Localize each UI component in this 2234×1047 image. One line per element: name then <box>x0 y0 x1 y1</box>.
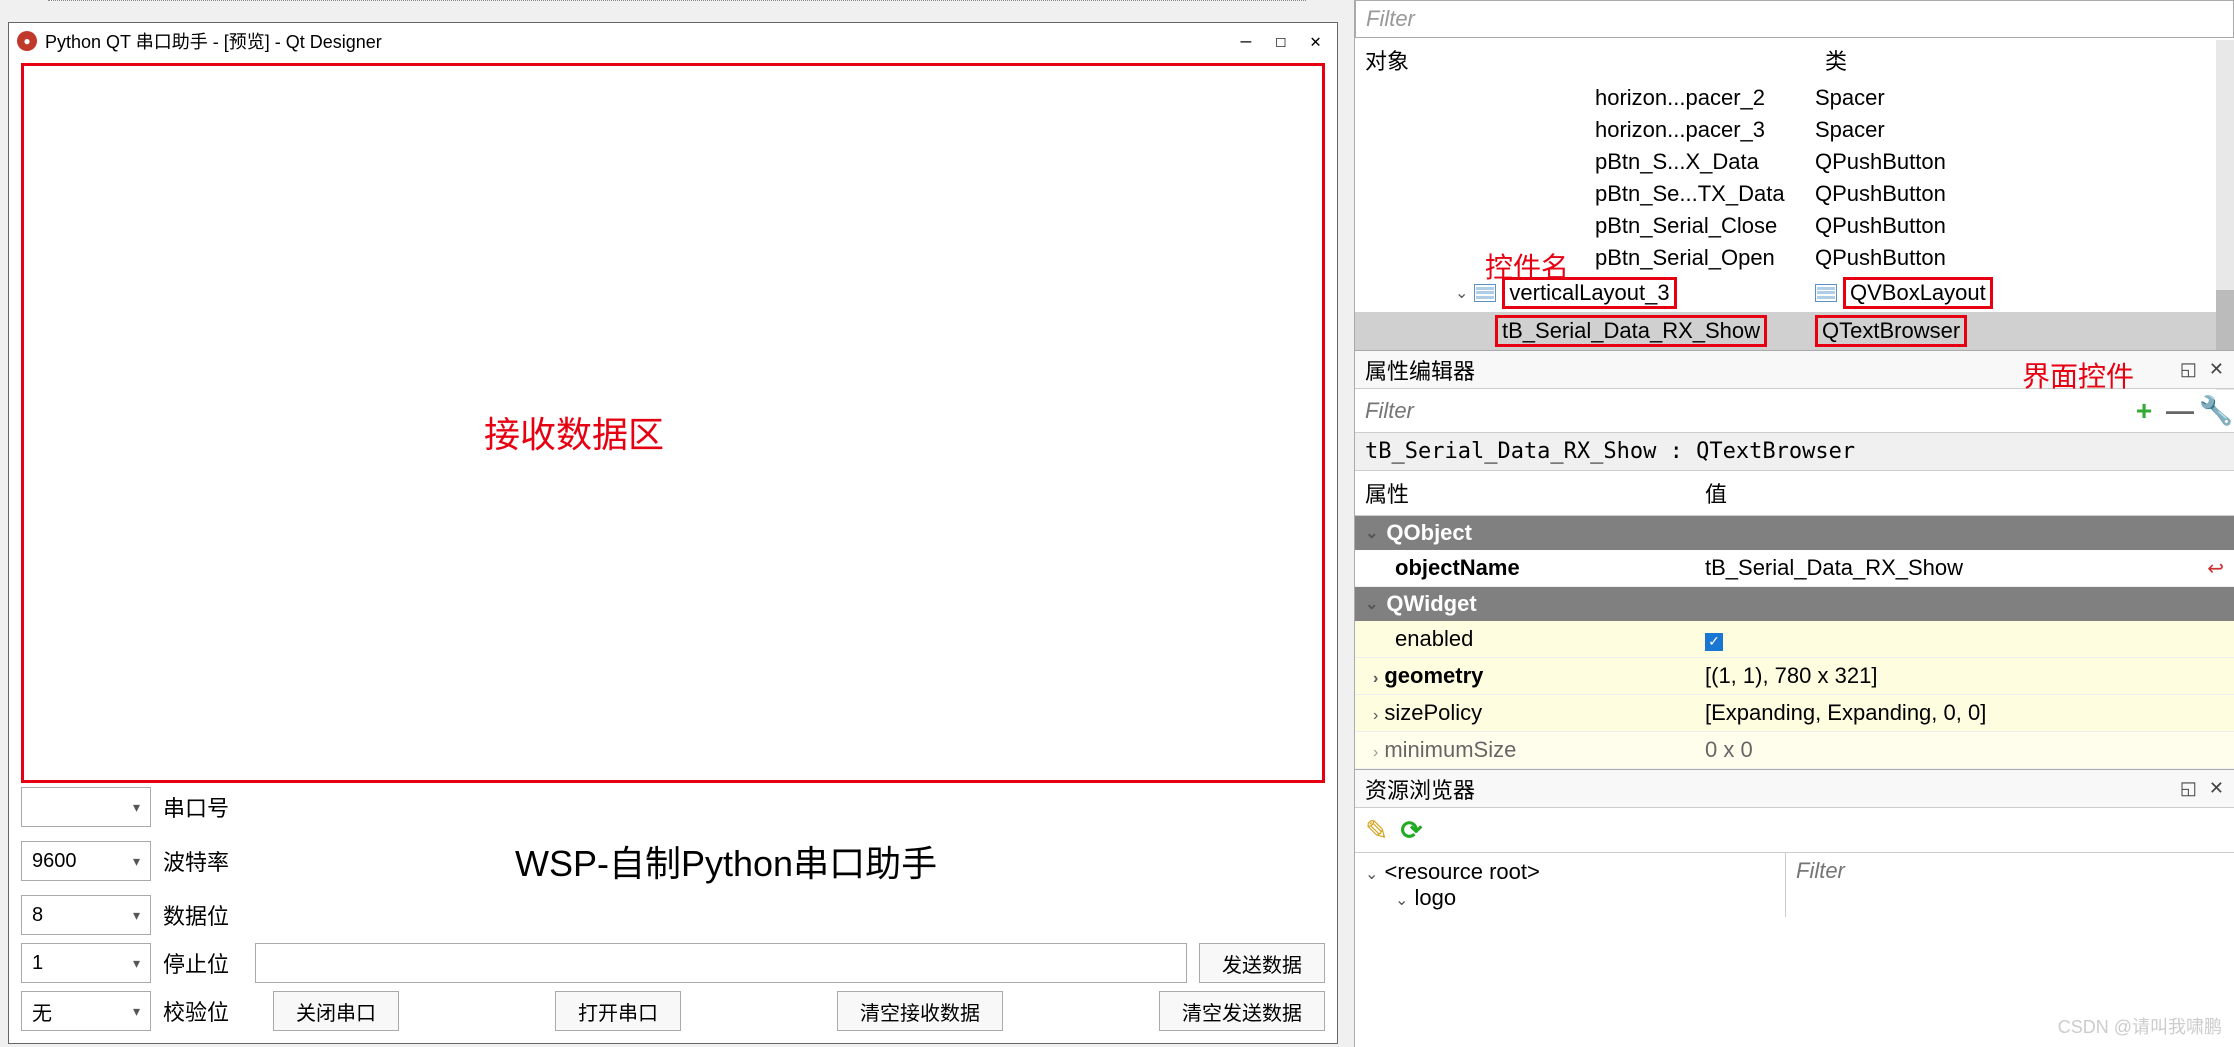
port-combo[interactable]: ▾ <box>21 787 151 827</box>
undock-icon[interactable]: ◱ <box>2180 359 2197 380</box>
selected-object-label: tB_Serial_Data_RX_Show : QTextBrowser <box>1355 433 2234 471</box>
send-button[interactable]: 发送数据 <box>1199 943 1325 983</box>
property-row[interactable]: objectName tB_Serial_Data_RX_Show ↩ <box>1355 550 2234 587</box>
app-title: WSP-自制Python串口助手 <box>515 835 937 887</box>
col-property: 属性 <box>1365 477 1705 509</box>
chevron-down-icon: ▾ <box>133 853 140 870</box>
resource-browser-title: 资源浏览器 <box>1365 773 1475 805</box>
window-titlebar: ● Python QT 串口助手 - [预览] - Qt Designer — … <box>9 23 1337 59</box>
col-value: 值 <box>1705 477 1727 509</box>
watermark: CSDN @请叫我啸鹏 <box>2058 1013 2222 1039</box>
annotation-ui-widget: 界面控件 <box>2022 355 2134 395</box>
scrollbar[interactable] <box>2216 40 2234 390</box>
preview-window: ● Python QT 串口助手 - [预览] - Qt Designer — … <box>8 22 1338 1044</box>
parity-label: 校验位 <box>163 995 243 1027</box>
remove-property-button[interactable]: — <box>2162 393 2198 429</box>
close-port-button[interactable]: 关闭串口 <box>273 991 399 1031</box>
right-panel: Filter 对象 类 horizon...pacer_2Spacer hori… <box>1354 0 2234 1047</box>
edit-icon[interactable]: ✎ <box>1365 814 1388 847</box>
chevron-down-icon: ▾ <box>133 1003 140 1020</box>
property-row[interactable]: ›sizePolicy [Expanding, Expanding, 0, 0] <box>1355 695 2234 732</box>
baud-label: 波特率 <box>163 845 243 877</box>
clear-tx-button[interactable]: 清空发送数据 <box>1159 991 1325 1031</box>
stopbits-combo[interactable]: 1▾ <box>21 943 151 983</box>
maximize-button[interactable]: ☐ <box>1275 31 1286 52</box>
layout-icon <box>1815 284 1837 302</box>
property-group-qobject[interactable]: ⌄QObject <box>1355 516 2234 550</box>
col-object: 对象 <box>1365 44 1825 76</box>
property-row[interactable]: enabled ✓ <box>1355 621 2234 658</box>
object-inspector: Filter 对象 类 horizon...pacer_2Spacer hori… <box>1355 0 2234 350</box>
property-filter[interactable] <box>1355 389 2126 432</box>
undock-icon[interactable]: ◱ <box>2180 778 2197 799</box>
checkbox-checked-icon[interactable]: ✓ <box>1705 633 1723 651</box>
col-class: 类 <box>1825 44 1847 76</box>
selected-tree-row[interactable]: tB_Serial_Data_RX_Show QTextBrowser <box>1355 312 2234 350</box>
open-port-button[interactable]: 打开串口 <box>555 991 681 1031</box>
property-editor-title: 属性编辑器 <box>1365 354 1475 386</box>
port-label: 串口号 <box>163 791 243 823</box>
stopbits-label: 停止位 <box>163 947 243 979</box>
property-row[interactable]: ›geometry [(1, 1), 780 x 321] <box>1355 658 2234 695</box>
clear-rx-button[interactable]: 清空接收数据 <box>837 991 1003 1031</box>
rx-area-annotation: 接收数据区 <box>484 406 664 458</box>
chevron-down-icon: ▾ <box>133 907 140 924</box>
annotation-widget-name: 控件名 <box>1485 246 1569 286</box>
chevron-down-icon: ▾ <box>133 955 140 972</box>
databits-label: 数据位 <box>163 899 243 931</box>
reload-icon[interactable]: ⟳ <box>1400 815 1422 846</box>
property-row[interactable]: ›minimumSize 0 x 0 <box>1355 732 2234 769</box>
close-icon[interactable]: ✕ <box>2209 359 2224 380</box>
property-group-qwidget[interactable]: ⌄QWidget <box>1355 587 2234 621</box>
close-button[interactable]: ✕ <box>1310 31 1321 52</box>
window-title: Python QT 串口助手 - [预览] - Qt Designer <box>45 28 382 54</box>
databits-combo[interactable]: 8▾ <box>21 895 151 935</box>
tx-input[interactable] <box>255 943 1187 983</box>
designer-canvas: ● Python QT 串口助手 - [预览] - Qt Designer — … <box>0 0 1354 1047</box>
expand-icon[interactable]: ⌄ <box>1455 283 1468 303</box>
object-filter[interactable]: Filter <box>1355 0 2234 38</box>
add-property-button[interactable]: + <box>2126 393 2162 429</box>
parity-combo[interactable]: 无▾ <box>21 991 151 1031</box>
layout-icon <box>1474 284 1496 302</box>
resource-browser: 资源浏览器 ◱ ✕ ✎ ⟳ ⌄ <resource root> ⌄ logo <box>1355 769 2234 917</box>
app-icon: ● <box>17 31 37 51</box>
close-icon[interactable]: ✕ <box>2209 778 2224 799</box>
rx-data-area[interactable]: 接收数据区 <box>21 63 1325 783</box>
property-editor: 属性编辑器 界面控件 ◱ ✕ + — 🔧 tB_Serial_Data_RX_Sh… <box>1355 350 2234 769</box>
revert-icon[interactable]: ↩ <box>2207 556 2224 581</box>
object-tree[interactable]: horizon...pacer_2Spacer horizon...pacer_… <box>1355 82 2234 350</box>
resource-tree[interactable]: ⌄ <resource root> ⌄ logo <box>1355 853 1785 917</box>
chevron-down-icon: ▾ <box>133 799 140 816</box>
baud-combo[interactable]: 9600▾ <box>21 841 151 881</box>
minimize-button[interactable]: — <box>1240 31 1251 52</box>
wrench-icon[interactable]: 🔧 <box>2198 393 2234 429</box>
resource-filter[interactable] <box>1786 853 2234 889</box>
